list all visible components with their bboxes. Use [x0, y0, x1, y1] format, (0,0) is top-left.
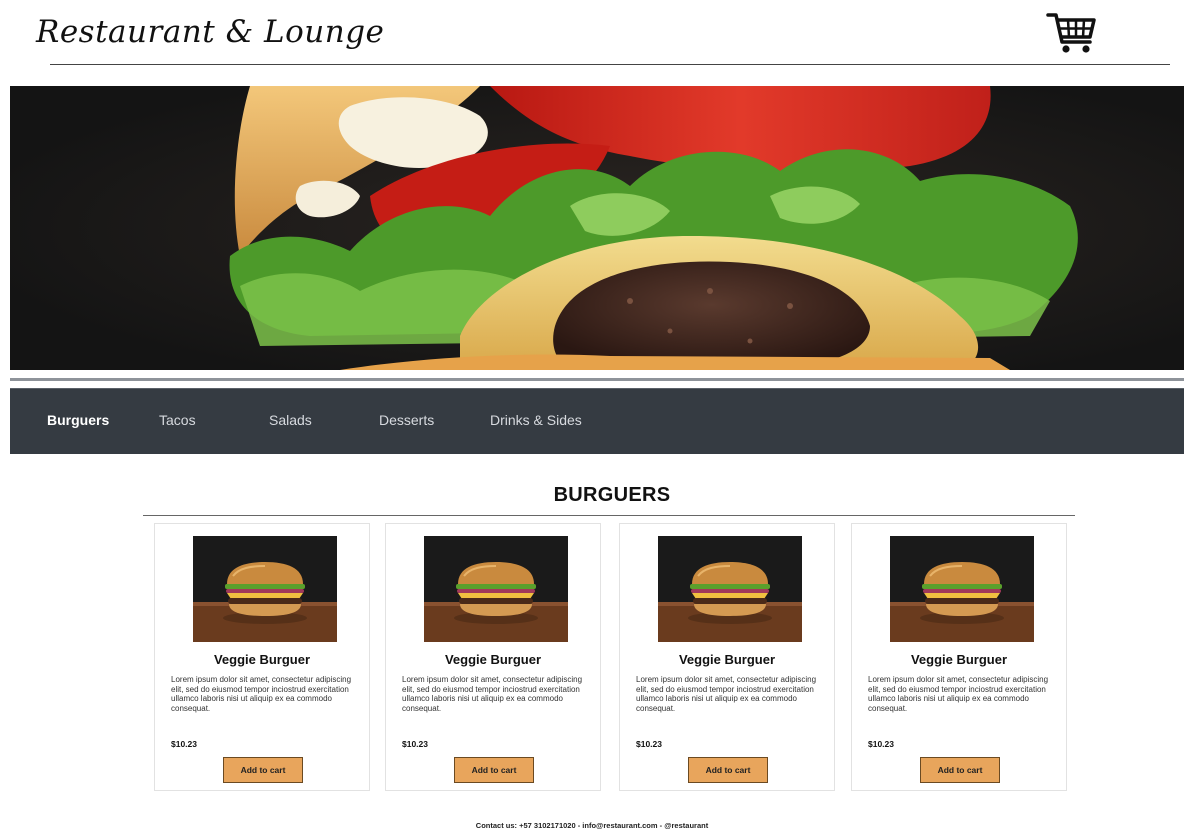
category-nav: Burguers Tacos Salads Desserts Drinks & …	[10, 388, 1184, 454]
product-title: Veggie Burguer	[910, 652, 1008, 667]
hero-burger-photo	[10, 86, 1184, 370]
product-card: Veggie Burguer Lorem ipsum dolor sit ame…	[851, 523, 1067, 791]
header-divider	[50, 64, 1170, 65]
nav-item-salads[interactable]: Salads	[269, 412, 312, 428]
product-description: Lorem ipsum dolor sit amet, consectetur …	[868, 675, 1049, 713]
nav-item-desserts[interactable]: Desserts	[379, 412, 434, 428]
product-price: $10.23	[636, 739, 662, 749]
product-title: Veggie Burguer	[213, 652, 311, 667]
nav-item-burguers[interactable]: Burguers	[47, 412, 109, 428]
shopping-cart-icon[interactable]	[1046, 10, 1098, 56]
product-card: Veggie Burguer Lorem ipsum dolor sit ame…	[385, 523, 601, 791]
product-description: Lorem ipsum dolor sit amet, consectetur …	[171, 675, 352, 713]
add-to-cart-button[interactable]: Add to cart	[454, 757, 534, 783]
add-to-cart-button[interactable]: Add to cart	[688, 757, 768, 783]
product-card: Veggie Burguer Lorem ipsum dolor sit ame…	[154, 523, 370, 791]
product-price: $10.23	[868, 739, 894, 749]
product-price: $10.23	[171, 739, 197, 749]
product-image	[658, 536, 802, 642]
section-title: BURGUERS	[553, 484, 671, 506]
product-card: Veggie Burguer Lorem ipsum dolor sit ame…	[619, 523, 835, 791]
nav-item-drinks-sides[interactable]: Drinks & Sides	[490, 412, 582, 428]
footer-contact: Contact us: +57 3102171020 - info@restau…	[475, 821, 709, 830]
nav-item-tacos[interactable]: Tacos	[159, 412, 196, 428]
product-description: Lorem ipsum dolor sit amet, consectetur …	[636, 675, 817, 713]
brand-logo-text[interactable]: Restaurant & Lounge	[36, 14, 384, 50]
product-title: Veggie Burguer	[444, 652, 542, 667]
section-divider	[143, 515, 1075, 516]
add-to-cart-button[interactable]: Add to cart	[223, 757, 303, 783]
product-description: Lorem ipsum dolor sit amet, consectetur …	[402, 675, 583, 713]
add-to-cart-button[interactable]: Add to cart	[920, 757, 1000, 783]
product-image	[890, 536, 1034, 642]
product-image	[424, 536, 568, 642]
product-image	[193, 536, 337, 642]
product-title: Veggie Burguer	[678, 652, 776, 667]
site-header: Restaurant & Lounge	[0, 0, 1184, 70]
hero-divider	[10, 378, 1184, 381]
product-price: $10.23	[402, 739, 428, 749]
